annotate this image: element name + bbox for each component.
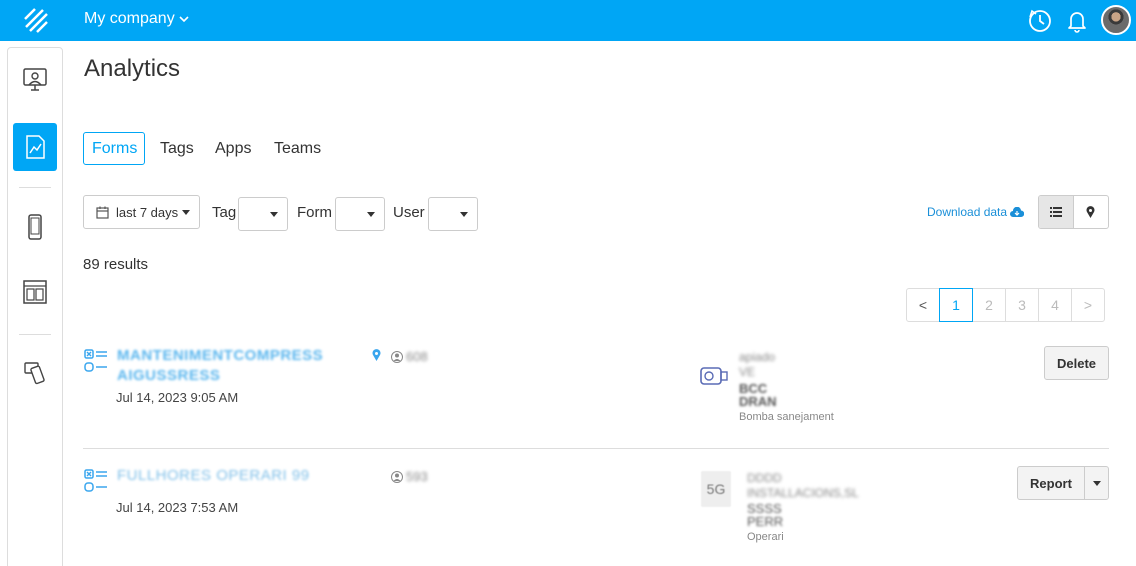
asset-subtitle: Bomba sanejament (739, 411, 834, 423)
results-count: 89 results (83, 256, 149, 273)
next-page-button[interactable]: > (1071, 288, 1105, 322)
tab-tags[interactable]: Tags (151, 132, 203, 165)
page-button-2[interactable]: 2 (972, 288, 1006, 322)
location-pin-icon[interactable] (372, 349, 381, 361)
logo-icon[interactable] (22, 5, 50, 35)
tab-teams[interactable]: Teams (265, 132, 330, 165)
form-filter-select[interactable] (335, 197, 385, 231)
page-title: Analytics (84, 55, 181, 82)
page-button-1[interactable]: 1 (939, 288, 973, 322)
company-name: My company (84, 10, 175, 27)
page-button-4[interactable]: 4 (1038, 288, 1072, 322)
layout-icon (23, 280, 47, 304)
asset-line-1: apiado (739, 350, 776, 364)
chart-document-icon (26, 135, 45, 159)
form-filter-label: Form (297, 204, 332, 221)
date-range-dropdown[interactable]: last 7 days (83, 195, 200, 229)
history-icon[interactable] (1027, 8, 1053, 34)
tab-apps[interactable]: Apps (206, 132, 260, 165)
row-date: Jul 14, 2023 9:05 AM (116, 390, 239, 405)
caret-down-icon (460, 212, 468, 217)
cloud-download-icon (1010, 206, 1025, 217)
asset-line-2: INSTALLACIONS,SL (747, 486, 859, 500)
list-view-button[interactable] (1039, 196, 1074, 228)
user-icon (391, 471, 403, 483)
prev-page-button[interactable]: < (906, 288, 940, 322)
pagination: < 1 2 3 4 > (906, 288, 1105, 322)
tab-forms[interactable]: Forms (83, 132, 145, 165)
calendar-icon (96, 206, 109, 219)
sidebar-divider (19, 334, 51, 335)
sidebar (7, 47, 63, 566)
date-range-label: last 7 days (116, 204, 179, 220)
asset-line-2: VE (739, 365, 756, 379)
form-checklist-icon (84, 349, 107, 372)
tag-filter-select[interactable] (238, 197, 288, 231)
row-title[interactable]: FULLHORES OPERARI 99 (117, 466, 310, 486)
form-checklist-icon (84, 469, 107, 492)
report-button[interactable]: Report (1017, 466, 1085, 500)
top-bar: My company (0, 0, 1136, 41)
caret-down-icon (182, 209, 191, 215)
company-switcher[interactable]: My company (84, 10, 189, 28)
page-button-3[interactable]: 3 (1005, 288, 1039, 322)
sidebar-item-devices[interactable] (13, 348, 57, 396)
asset-line-4: PERR (747, 514, 784, 529)
sidebar-divider (19, 187, 51, 188)
sidebar-item-layout[interactable] (13, 268, 57, 316)
sidebar-item-mobile[interactable] (13, 203, 57, 251)
asset-thumbnail: 5G (701, 471, 731, 507)
row-user-id: 593 (406, 469, 428, 484)
sidebar-item-analytics[interactable] (13, 123, 57, 171)
asset-line-1: DDDD (747, 471, 782, 485)
map-view-button[interactable] (1074, 196, 1109, 228)
devices-icon (24, 362, 45, 385)
row-divider (83, 448, 1109, 449)
delete-button[interactable]: Delete (1044, 346, 1109, 380)
row-date: Jul 14, 2023 7:53 AM (116, 500, 239, 515)
list-icon (1049, 207, 1062, 217)
user-icon (391, 351, 403, 363)
row-title[interactable]: MANTENIMENTCOMPRESS (117, 346, 323, 366)
user-filter-select[interactable] (428, 197, 478, 231)
avatar[interactable] (1101, 5, 1131, 35)
phone-icon (28, 214, 42, 240)
asset-subtitle: Operari (747, 531, 784, 543)
caret-down-icon (270, 212, 278, 217)
download-data-label: Download data (927, 205, 1008, 219)
row-user-id: 608 (406, 349, 428, 364)
caret-down-icon (1092, 480, 1101, 486)
map-pin-icon (1086, 206, 1095, 218)
caret-down-icon (367, 212, 375, 217)
download-data-link[interactable]: Download data (927, 205, 1025, 219)
bell-icon[interactable] (1064, 8, 1090, 34)
user-filter-label: User (393, 204, 425, 221)
tag-filter-label: Tag (212, 204, 237, 221)
row-title-line2[interactable]: AIGUSSRESS (117, 366, 220, 386)
chevron-down-icon (179, 16, 189, 23)
report-dropdown-toggle[interactable] (1084, 466, 1109, 500)
asset-line-4: DRAN (739, 394, 777, 409)
view-toggle (1038, 195, 1109, 229)
monitor-user-icon (23, 68, 47, 91)
sidebar-item-monitor[interactable] (13, 56, 57, 104)
pump-asset-icon (700, 367, 728, 385)
